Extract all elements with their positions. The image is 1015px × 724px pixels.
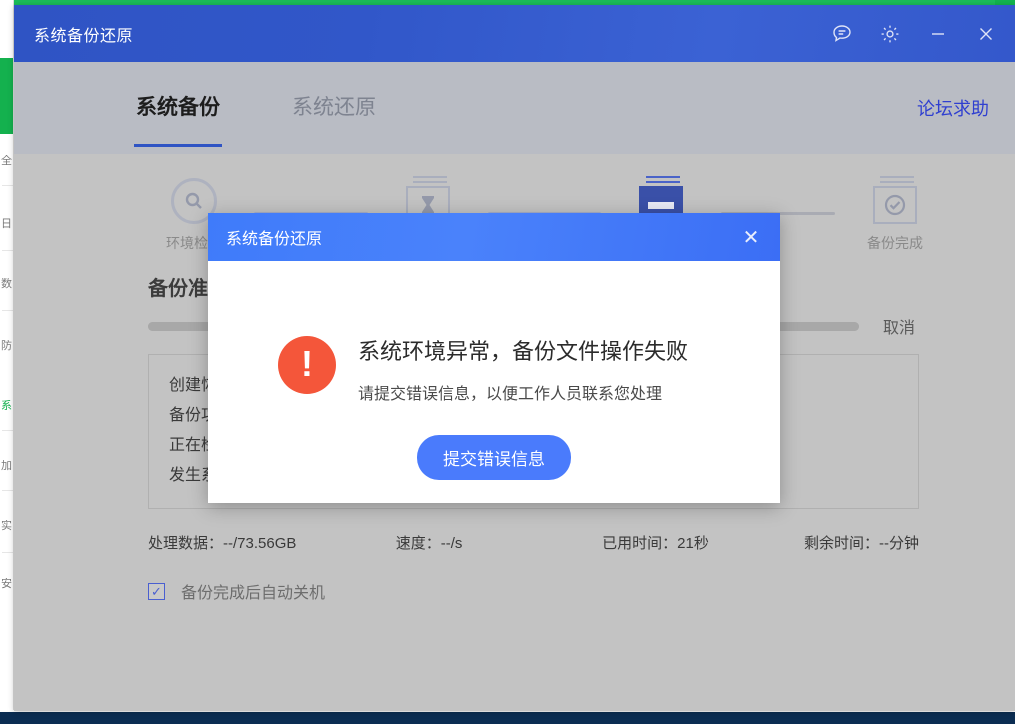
window-title: 系统备份还原	[34, 27, 134, 45]
background-sidebar-divider	[2, 430, 13, 431]
background-sidebar-glyph: 日	[1, 218, 12, 230]
background-sidebar-glyph: 实	[1, 520, 12, 532]
background-sidebar-glyph: 系	[1, 400, 12, 412]
check-doc-icon	[873, 166, 918, 224]
dialog-message-primary: 系统环境异常，备份文件操作失败	[358, 339, 689, 364]
step-backup-complete: 备份完成	[835, 166, 955, 253]
dialog-titlebar: 系统备份还原 ✕	[208, 213, 780, 261]
background-sidebar-glyph: 全	[1, 155, 12, 167]
stat-remaining-time: 剩余时间：--分钟	[804, 535, 919, 552]
dialog-body: ! 系统环境异常，备份文件操作失败 请提交错误信息，以便工作人员联系您处理 提交…	[208, 261, 780, 503]
background-sidebar-divider	[2, 250, 13, 251]
error-exclamation-icon: !	[278, 336, 336, 394]
window-titlebar: 系统备份还原	[14, 5, 1015, 62]
background-sidebar-glyph: 加	[1, 460, 12, 472]
background-sidebar-divider	[2, 185, 13, 186]
dialog-messages: 系统环境异常，备份文件操作失败 请提交错误信息，以便工作人员联系您处理	[358, 334, 688, 404]
tab-system-restore[interactable]: 系统还原	[292, 91, 376, 125]
background-sidebar-divider	[2, 552, 13, 553]
forum-help-link[interactable]: 论坛求助	[917, 95, 989, 121]
taskbar	[0, 710, 1015, 724]
dialog-title: 系统备份还原	[226, 231, 323, 248]
message-bubble-icon[interactable]	[827, 19, 857, 49]
auto-shutdown-label: 备份完成后自动关机	[181, 585, 326, 602]
stat-processed-data: 处理数据：--/73.56GB	[148, 535, 297, 552]
background-sidebar-divider	[2, 310, 13, 311]
background-sidebar-glyph: 安	[1, 578, 12, 590]
tab-system-backup[interactable]: 系统备份	[134, 91, 222, 147]
gear-icon[interactable]	[875, 19, 905, 49]
dialog-message-secondary: 请提交错误信息，以便工作人员联系您处理	[358, 386, 663, 403]
error-dialog: 系统备份还原 ✕ ! 系统环境异常，备份文件操作失败 请提交错误信息，以便工作人…	[208, 213, 780, 503]
minimize-icon[interactable]	[923, 19, 953, 49]
exclamation-glyph: !	[301, 343, 313, 384]
auto-shutdown-checkbox-row[interactable]: ✓ 备份完成后自动关机	[148, 579, 325, 603]
close-icon[interactable]	[971, 19, 1001, 49]
stats-row: 处理数据：--/73.56GB 速度：--/s 已用时间：21秒 剩余时间：--…	[148, 532, 919, 553]
step-label: 备份完成	[867, 235, 924, 251]
submit-error-report-button[interactable]: 提交错误信息	[417, 435, 571, 480]
tab-strip: 系统备份 系统还原 论坛求助	[14, 62, 1015, 154]
background-green-block	[0, 58, 13, 134]
background-sidebar-glyph: 防	[1, 340, 12, 352]
window-controls	[827, 5, 1001, 62]
cancel-button[interactable]: 取消	[883, 314, 915, 338]
background-sidebar-divider	[2, 490, 13, 491]
dialog-close-icon[interactable]: ✕	[738, 224, 764, 250]
auto-shutdown-checkbox[interactable]: ✓	[148, 582, 165, 600]
background-sidebar-glyph: 数	[1, 278, 12, 290]
stat-elapsed-time: 已用时间：21秒	[602, 535, 709, 552]
stat-speed: 速度：--/s	[395, 535, 463, 552]
